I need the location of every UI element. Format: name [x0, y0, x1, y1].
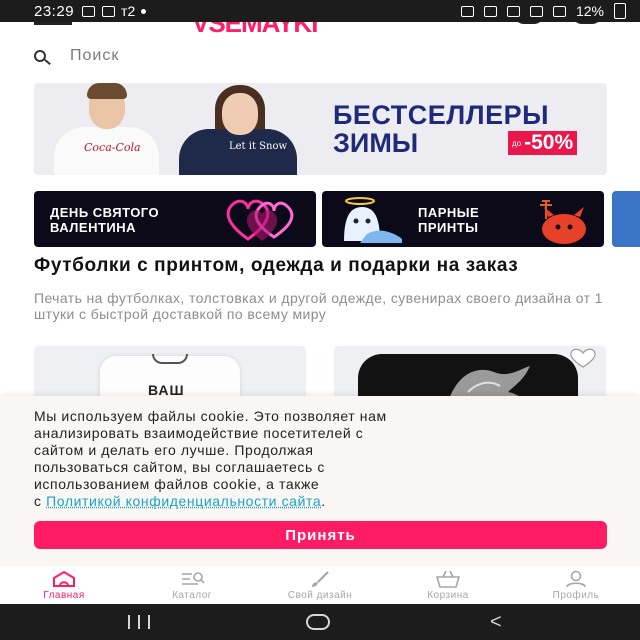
nav-cart-label: Корзина [427, 590, 469, 601]
banner-title-line1: БЕСТСЕЛЛЕРЫ [333, 100, 550, 130]
cookie-line: сайтом и делать его лучше. Продолжая [34, 442, 314, 458]
cookie-line: анализировать взаимодействие посетителей… [34, 425, 364, 441]
promo-banner-winter[interactable]: Coca-Cola Let it Snow БЕСТСЕЛЛЕРЫ ЗИМЫ д… [34, 83, 607, 175]
cookie-suffix: . [321, 493, 326, 509]
image-notification-icon [82, 5, 96, 17]
cookie-line: использованием файлов cookie, а также [34, 476, 320, 492]
mute-icon [506, 5, 520, 17]
ghost-cat-icon [344, 197, 402, 243]
nav-catalog[interactable]: Каталог [128, 566, 256, 604]
profile-icon [566, 570, 586, 588]
category-valentine-line1: ДЕНЬ СВЯТОГО [50, 205, 160, 220]
category-valentine-label: ДЕНЬ СВЯТОГО ВАЛЕНТИНА [50, 205, 159, 235]
battery-percent: 12% [575, 3, 604, 19]
nav-profile-label: Профиль [552, 590, 600, 601]
tshirt-collar [152, 354, 188, 364]
cookie-prefix: с [34, 493, 47, 509]
category-valentine[interactable]: ДЕНЬ СВЯТОГО ВАЛЕНТИНА [34, 191, 316, 247]
heart-favorite-icon[interactable] [568, 348, 598, 368]
devil-cat-icon [540, 200, 586, 244]
cookie-message: Мы используем файлы cookie. Это позволяе… [34, 408, 606, 510]
discount-prefix: до [512, 138, 522, 148]
battery-icon [614, 3, 626, 19]
category-pair-prints-line1: ПАРНЫЕ [418, 205, 480, 220]
nav-design-label: Свой дизайн [287, 590, 353, 601]
status-time: 23:29 [34, 2, 75, 20]
nav-profile[interactable]: Профиль [512, 566, 640, 604]
nav-cart[interactable]: Корзина [384, 566, 512, 604]
category-next-peek[interactable] [612, 191, 640, 247]
discount-badge: до -50% [508, 131, 578, 155]
cookie-line-with-link: с Политикой конфиденциальности сайта. [34, 493, 606, 510]
banner-title-line2: ЗИМЫ [333, 128, 419, 158]
model-man: Coca-Cola [54, 83, 159, 175]
model-woman-sweatshirt [179, 129, 297, 175]
signal-icon [552, 5, 566, 17]
privacy-policy-link[interactable]: Политикой конфиденциальности сайта [46, 493, 321, 509]
mail-notification-icon [102, 5, 116, 17]
basket-icon [435, 570, 461, 588]
alarm-icon [483, 5, 497, 17]
status-right: 12% [460, 3, 626, 19]
nav-catalog-label: Каталог [172, 590, 212, 601]
accept-cookies-button[interactable]: Принять [34, 521, 607, 549]
model-woman-print: Let it Snow [229, 141, 288, 152]
category-valentine-line2: ВАЛЕНТИНА [50, 220, 137, 235]
cookie-line: пользоваться сайтом, вы соглашаетесь с [34, 459, 326, 475]
category-pair-prints-line2: ПРИНТЫ [418, 220, 479, 235]
nav-home[interactable]: Главная [0, 566, 128, 604]
model-man-hair [87, 83, 127, 99]
app-screen: 23:29 т2 12% VSEMAYKI Поиск Coca-Cola Le… [0, 0, 640, 640]
discount-value: -50% [524, 131, 574, 154]
neon-hearts-icon [226, 199, 294, 241]
system-navigation-bar: < [0, 604, 640, 640]
category-pair-prints-label: ПАРНЫЕ ПРИНТЫ [418, 205, 479, 235]
catalog-icon [182, 572, 205, 585]
search-icon[interactable] [34, 50, 46, 62]
home-button-icon[interactable] [306, 614, 330, 630]
cookie-consent-banner: Мы используем файлы cookie. Это позволяе… [0, 396, 640, 572]
nav-home-label: Главная [43, 590, 85, 601]
brush-icon [312, 571, 329, 587]
home-icon [53, 570, 75, 587]
wifi-icon [529, 5, 543, 17]
cookie-line: Мы используем файлы cookie. Это позволяе… [34, 408, 387, 424]
nav-design[interactable]: Свой дизайн [256, 566, 384, 604]
category-pair-prints[interactable]: ПАРНЫЕ ПРИНТЫ [322, 191, 604, 247]
page-description: Печать на футболках, толстовках и другой… [34, 290, 603, 322]
recent-apps-icon[interactable] [128, 615, 150, 629]
model-woman: Let it Snow [179, 83, 297, 175]
search-bar[interactable] [34, 44, 604, 68]
status-bar: 23:29 т2 12% [0, 0, 640, 22]
bottom-navigation: Главная Каталог Свой дизайн Корзина Проф… [0, 566, 640, 604]
carrier-label: т2 [121, 3, 136, 19]
page-title: Футболки с принтом, одежда и подарки на … [34, 255, 519, 276]
model-woman-head [222, 93, 258, 135]
model-man-print: Coca-Cola [84, 141, 141, 154]
notification-icons [82, 5, 116, 17]
menu-icon[interactable] [34, 22, 72, 25]
back-icon[interactable]: < [490, 612, 502, 632]
notification-dot-icon [141, 8, 147, 14]
search-input[interactable] [70, 47, 570, 65]
lock-icon [460, 5, 474, 17]
